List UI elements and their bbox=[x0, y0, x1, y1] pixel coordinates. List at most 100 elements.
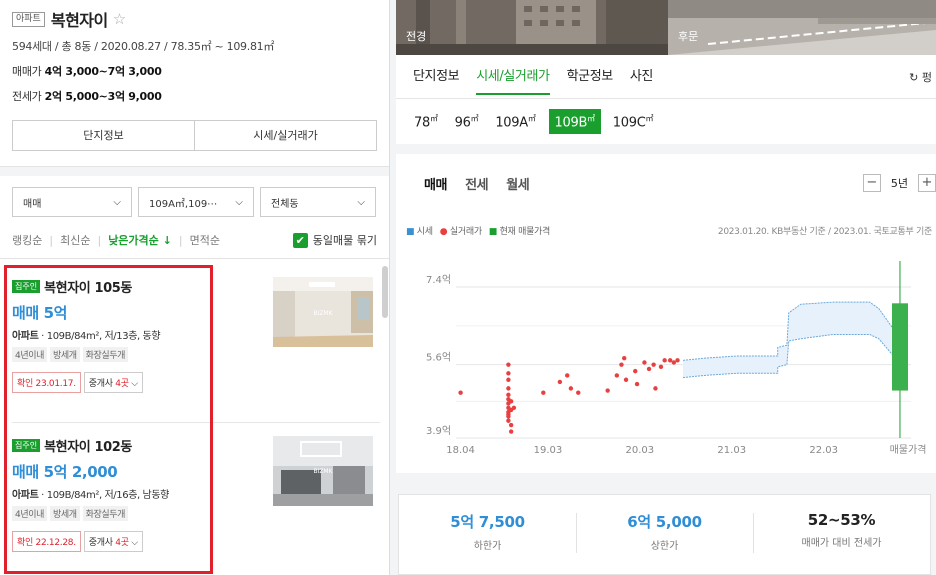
transaction-point bbox=[653, 386, 658, 391]
x-tick-label-listing: 매물가격 bbox=[890, 443, 927, 456]
transaction-point bbox=[646, 366, 652, 372]
size-tab-selected[interactable]: 109B㎡ bbox=[548, 108, 601, 135]
listing-photo[interactable]: BIZMK bbox=[273, 277, 373, 347]
chart-legend: ■ 시세 ● 실거래가 ■ 현재 매물가격 bbox=[406, 224, 550, 237]
chevron-down-icon: ⌵ bbox=[357, 196, 365, 208]
size-tab-value: 109B bbox=[554, 115, 588, 131]
svg-text:BIZMK: BIZMK bbox=[313, 468, 333, 475]
size-select-value: 109A㎡,109⋯ bbox=[149, 198, 218, 210]
size-tab[interactable]: 109C㎡ bbox=[612, 113, 654, 131]
transaction-point bbox=[642, 360, 647, 365]
transaction-point bbox=[565, 373, 570, 378]
favorite-star-icon[interactable]: ☆ bbox=[113, 10, 126, 28]
highlight-box bbox=[4, 265, 213, 574]
size-tab[interactable]: 78㎡ bbox=[414, 113, 438, 130]
jeonse-price-label: 전세가 bbox=[12, 90, 42, 103]
photo-rear-label: 후문 bbox=[678, 30, 699, 43]
sort-bar: 랭킹순 | 최신순 | 낮은가격순 ↓ | 면적순 ✔ 동일매물 묶기 bbox=[12, 232, 377, 248]
listing-photo[interactable]: BIZMK bbox=[273, 436, 373, 506]
arrow-down-icon: ↓ bbox=[162, 234, 172, 247]
svg-text:BIZMK: BIZMK bbox=[313, 310, 333, 317]
trade-type-select[interactable]: 매매 ⌵ bbox=[12, 187, 132, 217]
photo-rear[interactable]: 후문 bbox=[668, 0, 936, 55]
stat-label: 상한가 bbox=[650, 541, 679, 552]
chevron-down-icon: ⌵ bbox=[235, 196, 243, 208]
size-unit: ㎡ bbox=[587, 113, 595, 123]
checkbox-checked-icon: ✔ bbox=[292, 232, 308, 248]
photo-front[interactable]: 전경 bbox=[396, 0, 668, 55]
tab-sale[interactable]: 매매 bbox=[424, 174, 448, 193]
y-tick-label: 5.6억 bbox=[426, 352, 451, 364]
scrollbar-thumb[interactable] bbox=[382, 266, 388, 318]
complex-info-button[interactable]: 단지정보 bbox=[13, 121, 194, 150]
market-price-band bbox=[683, 302, 898, 378]
stat-jeonse-ratio: 52~53% 매매가 대비 전세가 bbox=[753, 495, 930, 574]
sort-ranking[interactable]: 랭킹순 bbox=[12, 232, 42, 248]
size-unit: ㎡ bbox=[470, 113, 479, 123]
x-tick-label: 22.03 bbox=[809, 445, 838, 456]
stat-value: 6억 5,000 bbox=[627, 513, 702, 531]
chevron-down-icon: ⌵ bbox=[113, 196, 121, 208]
stat-value: 5억 7,500 bbox=[450, 513, 525, 531]
jeonse-price-value: 2억 5,000~3억 9,000 bbox=[44, 90, 162, 103]
detail-tabs: 단지정보 시세/실거래가 학군정보 사진 ↻ 펑 bbox=[396, 55, 936, 99]
dong-select-value: 전체동 bbox=[271, 198, 299, 210]
transaction-point bbox=[506, 392, 511, 398]
group-same-listings-toggle[interactable]: ✔ 동일매물 묶기 bbox=[292, 232, 377, 248]
legend-actual: ● 실거래가 bbox=[439, 227, 482, 237]
period-control: − 5년 + bbox=[862, 174, 936, 192]
size-tab[interactable]: 109A㎡ bbox=[495, 113, 536, 130]
x-tick-label: 21.03 bbox=[717, 445, 746, 456]
size-tab[interactable]: 96㎡ bbox=[455, 113, 479, 130]
transaction-point bbox=[667, 358, 673, 363]
price-history-button[interactable]: 시세/실거래가 bbox=[194, 121, 376, 150]
sort-area[interactable]: 면적순 bbox=[190, 232, 220, 248]
tab-photos[interactable]: 사진 bbox=[630, 55, 654, 99]
transaction-point bbox=[662, 358, 667, 363]
price-stats: 5억 7,500 하한가 6억 5,000 상한가 52~53% 매매가 대비 … bbox=[396, 494, 936, 575]
size-select[interactable]: 109A㎡,109⋯ ⌵ bbox=[138, 187, 254, 217]
tab-school-info[interactable]: 학군정보 bbox=[567, 55, 614, 99]
transaction-point bbox=[576, 390, 581, 395]
complex-buttons: 단지정보 시세/실거래가 bbox=[12, 120, 377, 151]
dong-select[interactable]: 전체동 ⌵ bbox=[260, 187, 376, 217]
size-tabs: 78㎡ 96㎡ 109A㎡ 109B㎡ 109C㎡ bbox=[396, 99, 936, 144]
price-panel: 전경 후문 단지정보 시세/실거래가 학군정보 사진 ↻ 펑 78㎡ 96㎡ 1… bbox=[396, 0, 936, 575]
stat-upper-price: 6억 5,000 상한가 bbox=[576, 495, 753, 574]
sort-latest[interactable]: 최신순 bbox=[60, 232, 90, 248]
data-source-note: 2023.01.20. KB부동산 기준 / 2023.01. 국토교통부 기준 bbox=[717, 227, 932, 237]
refresh-icon: ↻ bbox=[909, 70, 919, 84]
price-chart-card: 매매 전세 월세 − 5년 + ■ 시세 ● 실거래가 ■ 현재 매물가격 20… bbox=[396, 154, 936, 473]
period-plus-button[interactable]: + bbox=[918, 174, 936, 192]
property-type-badge: 아파트 bbox=[12, 11, 45, 27]
y-tick-label: 7.4억 bbox=[426, 274, 451, 286]
transaction-point bbox=[658, 364, 664, 370]
size-tab-value: 96 bbox=[454, 115, 471, 131]
jeonse-price-range: 전세가 2억 5,000~3억 9,000 bbox=[12, 88, 377, 104]
stat-label: 하한가 bbox=[473, 541, 502, 552]
stat-label: 매매가 대비 전세가 bbox=[801, 538, 882, 549]
photo-strip: 전경 후문 bbox=[396, 0, 936, 55]
transaction-point bbox=[506, 371, 511, 376]
transaction-point bbox=[671, 360, 677, 365]
period-minus-button[interactable]: − bbox=[862, 174, 881, 192]
current-listing-bar bbox=[892, 303, 908, 391]
size-tab-value: 109C bbox=[612, 115, 646, 131]
tab-monthly[interactable]: 월세 bbox=[506, 174, 530, 193]
transaction-point bbox=[506, 377, 511, 382]
transaction-point bbox=[614, 373, 620, 378]
transaction-point bbox=[557, 379, 563, 385]
price-chart[interactable]: 7.4억 5.6억 3.9억 18.04 19.03 20.03 21.03 22.03 매물가… bbox=[396, 249, 936, 469]
refresh-button[interactable]: ↻ 펑 bbox=[909, 69, 936, 85]
transaction-point bbox=[619, 362, 624, 367]
tab-price-history[interactable]: 시세/실거래가 bbox=[476, 55, 550, 99]
tab-complex-info[interactable]: 단지정보 bbox=[413, 55, 460, 99]
transaction-point bbox=[675, 358, 680, 363]
transaction-point bbox=[605, 388, 610, 393]
tab-jeonse[interactable]: 전세 bbox=[465, 174, 489, 193]
size-unit: ㎡ bbox=[429, 113, 438, 123]
sort-low-price[interactable]: 낮은가격순 ↓ bbox=[108, 232, 172, 248]
photo-front-label: 전경 bbox=[406, 30, 427, 43]
sort-low-price-label: 낮은가격순 bbox=[108, 234, 159, 247]
transaction-point bbox=[568, 386, 574, 391]
